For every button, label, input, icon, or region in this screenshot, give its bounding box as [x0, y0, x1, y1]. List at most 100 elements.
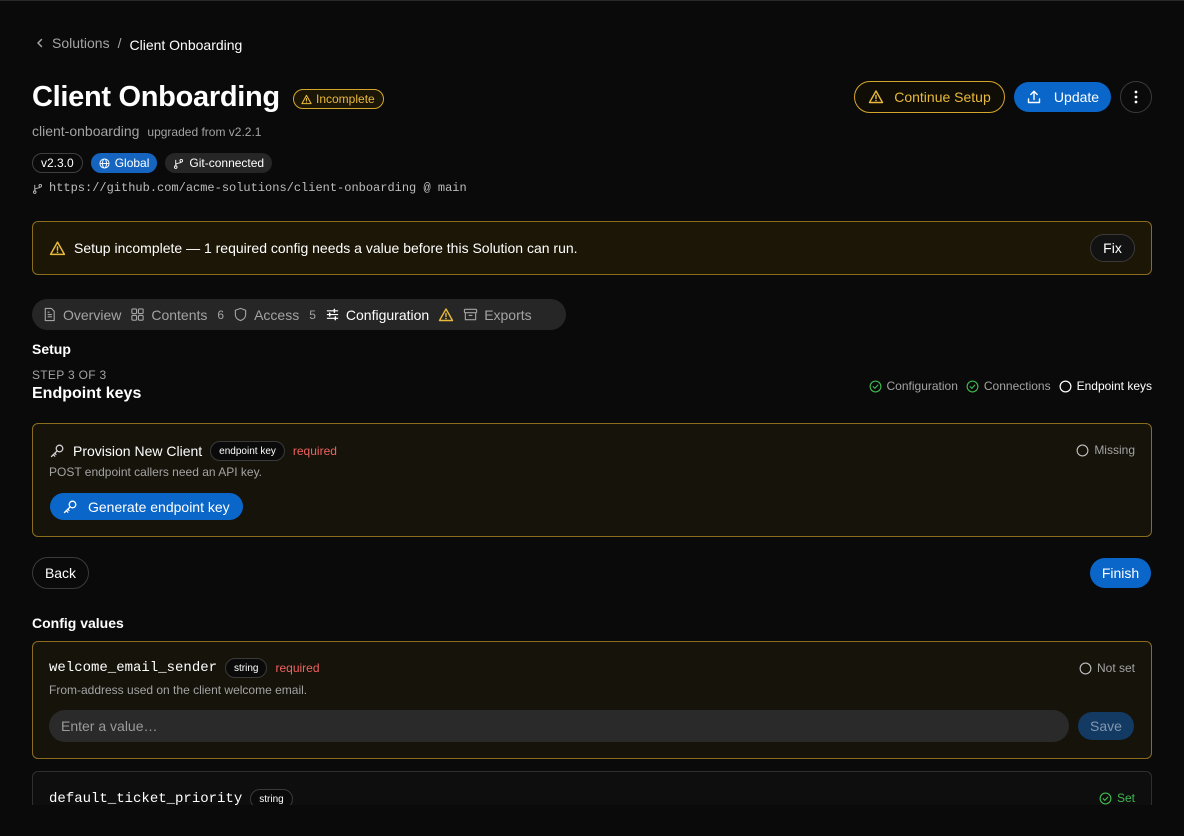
tab-access-count: 5 — [309, 307, 316, 322]
config-item-status: Not set — [1079, 661, 1135, 675]
type-badge: string — [225, 658, 268, 678]
required-label: required — [275, 661, 320, 675]
config-item-status: Set — [1099, 791, 1135, 805]
tab-bar: Overview Contents 6 Access 5 Configurati… — [32, 299, 566, 330]
config-value-input[interactable] — [49, 710, 1069, 742]
version-tag: v2.3.0 — [32, 153, 83, 173]
continue-setup-button[interactable]: Continue Setup — [854, 81, 1005, 113]
document-icon — [42, 307, 57, 322]
circle-icon — [1076, 444, 1089, 457]
circle-icon — [1059, 380, 1072, 393]
shield-icon — [233, 307, 248, 322]
sliders-icon — [325, 307, 340, 322]
git-tag: Git-connected — [165, 153, 273, 173]
upload-icon — [1026, 89, 1042, 105]
git-branch-icon — [173, 158, 184, 169]
check-circle-icon — [869, 380, 882, 393]
generate-endpoint-key-label: Generate endpoint key — [88, 498, 230, 515]
config-item-status-label: Not set — [1096, 661, 1135, 675]
config-item-status-label: Set — [1116, 791, 1135, 805]
save-button[interactable]: Save — [1078, 712, 1134, 740]
page-title: Client Onboarding — [32, 81, 280, 113]
tab-configuration[interactable]: Configuration — [325, 307, 454, 323]
warning-icon — [49, 240, 66, 257]
back-button[interactable]: Back — [32, 557, 89, 589]
step-title: Endpoint keys — [32, 385, 142, 402]
config-values-heading: Config values — [32, 615, 124, 631]
breadcrumb-back-link[interactable]: Solutions — [34, 35, 110, 51]
endpoint-key-name: Provision New Client — [73, 443, 203, 459]
stepper-step-configuration[interactable]: Configuration — [869, 379, 958, 393]
grid-icon — [130, 307, 145, 322]
tab-overview[interactable]: Overview — [42, 307, 121, 323]
key-icon — [49, 443, 65, 459]
back-button-label: Back — [44, 565, 77, 581]
fix-button[interactable]: Fix — [1090, 234, 1135, 262]
scope-tag-label: Global — [114, 156, 150, 170]
scope-tag: Global — [90, 153, 158, 173]
setup-alert: Setup incomplete — 1 required config nee… — [32, 221, 1152, 275]
more-options-button[interactable] — [1120, 81, 1152, 113]
fix-button-label: Fix — [1103, 240, 1122, 256]
check-circle-icon — [1099, 792, 1112, 805]
stepper-step-label: Configuration — [886, 379, 958, 393]
repo-url-row: https://github.com/acme-solutions/client… — [32, 181, 467, 195]
tab-access-label: Access — [254, 306, 300, 323]
endpoint-key-description: POST endpoint callers need an API key. — [49, 465, 263, 479]
git-branch-icon — [32, 183, 43, 194]
endpoint-key-card: Provision New Client endpoint key requir… — [32, 423, 1152, 537]
tab-configuration-label: Configuration — [345, 306, 430, 323]
chevron-left-icon — [34, 37, 46, 49]
tab-access[interactable]: Access 5 — [233, 307, 316, 323]
setup-stepper: Configuration Connections Endpoint keys — [869, 379, 1152, 393]
endpoint-key-status-label: Missing — [1094, 443, 1135, 457]
stepper-step-label: Endpoint keys — [1076, 379, 1152, 393]
type-badge: endpoint key — [210, 441, 285, 461]
circle-icon — [1079, 662, 1092, 675]
tab-exports[interactable]: Exports — [463, 306, 532, 323]
upgraded-from: upgraded from v2.2.1 — [147, 125, 262, 139]
save-button-label: Save — [1090, 718, 1122, 734]
stepper-step-endpoint-keys[interactable]: Endpoint keys — [1059, 379, 1152, 393]
config-item-header: welcome_email_sender string required — [49, 658, 320, 678]
tag-row: v2.3.0 Global Git-connected — [32, 153, 273, 173]
check-circle-icon — [966, 380, 979, 393]
finish-button-label: Finish — [1101, 565, 1140, 581]
stepper-step-connections[interactable]: Connections — [966, 379, 1051, 393]
version-tag-label: v2.3.0 — [41, 156, 74, 170]
repo-url: https://github.com/acme-solutions/client… — [49, 181, 467, 195]
generate-endpoint-key-button[interactable]: Generate endpoint key — [50, 493, 243, 520]
warning-icon — [868, 89, 884, 105]
config-item-description: From-address used on the client welcome … — [49, 683, 308, 697]
tab-exports-label: Exports — [484, 306, 532, 323]
warning-icon — [438, 307, 454, 323]
breadcrumb: Solutions / Client Onboarding — [34, 35, 243, 53]
setup-heading: Setup — [32, 341, 71, 357]
required-label: required — [292, 444, 337, 458]
more-vertical-icon — [1134, 90, 1138, 104]
warning-icon — [301, 94, 312, 105]
update-button[interactable]: Update — [1014, 82, 1111, 112]
archive-icon — [463, 307, 478, 322]
key-icon — [62, 499, 78, 515]
endpoint-key-status: Missing — [1076, 443, 1135, 457]
config-key: welcome_email_sender — [49, 660, 218, 676]
status-badge: Incomplete — [293, 89, 384, 109]
viewport-bottom-edge — [0, 805, 1184, 836]
finish-button[interactable]: Finish — [1090, 558, 1151, 588]
breadcrumb-parent[interactable]: Solutions — [52, 35, 110, 51]
status-badge-label: Incomplete — [316, 92, 375, 106]
tab-contents-count: 6 — [217, 307, 225, 322]
tab-contents[interactable]: Contents 6 — [130, 307, 224, 323]
alert-message: Setup incomplete — 1 required config nee… — [74, 240, 578, 256]
continue-setup-label: Continue Setup — [894, 89, 991, 105]
git-tag-label: Git-connected — [189, 156, 265, 170]
breadcrumb-current: Client Onboarding — [129, 37, 243, 53]
solution-slug-row: client-onboarding upgraded from v2.2.1 — [32, 123, 261, 139]
tab-overview-label: Overview — [63, 306, 122, 323]
endpoint-key-header: Provision New Client endpoint key requir… — [49, 441, 337, 461]
breadcrumb-separator: / — [117, 35, 122, 51]
globe-icon — [99, 157, 110, 169]
stepper-step-label: Connections — [983, 379, 1051, 393]
solution-slug: client-onboarding — [32, 123, 140, 139]
